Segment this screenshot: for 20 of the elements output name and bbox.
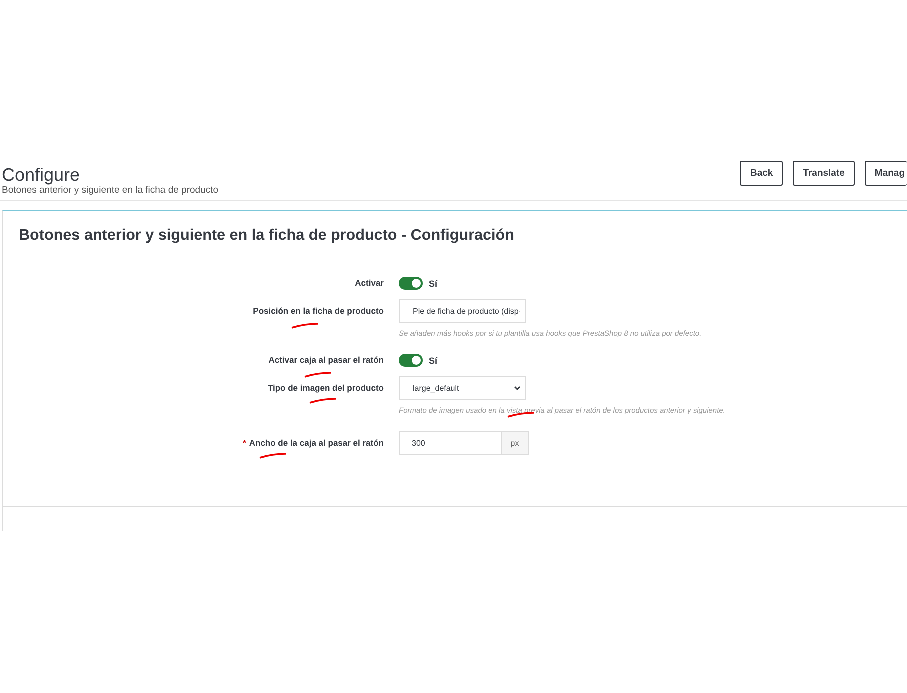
switch-label: Sí bbox=[429, 278, 438, 288]
page-title: Configure bbox=[2, 165, 82, 185]
toggle-switch[interactable] bbox=[399, 354, 423, 367]
field-label: Tipo de imagen del producto bbox=[268, 383, 384, 393]
page-subtitle: Botones anterior y siguiente en la ficha de producto bbox=[2, 185, 219, 196]
toggle-switch[interactable] bbox=[399, 277, 423, 290]
switch-label: Sí bbox=[429, 356, 438, 366]
unit-label: px bbox=[501, 431, 529, 455]
select-dropdown[interactable]: Pie de ficha de producto (disp bbox=[399, 299, 526, 323]
toolbar-button[interactable]: Back bbox=[740, 161, 784, 186]
field-label: Activar bbox=[355, 278, 384, 288]
field-label: * Ancho de la caja al pasar el ratón bbox=[243, 438, 384, 448]
field-label: Activar caja al pasar el ratón bbox=[268, 355, 384, 365]
toolbar-button[interactable]: Manag bbox=[864, 161, 907, 186]
select-dropdown[interactable]: large_default bbox=[399, 376, 526, 400]
caret-icon bbox=[514, 386, 521, 390]
toolbar-button[interactable]: Translate bbox=[793, 161, 855, 186]
panel-title: Botones anterior y siguiente en la ficha de producto - Configuración bbox=[19, 227, 516, 245]
input-field[interactable]: 300 bbox=[399, 431, 501, 455]
field-label: Posición en la ficha de producto bbox=[253, 306, 384, 316]
